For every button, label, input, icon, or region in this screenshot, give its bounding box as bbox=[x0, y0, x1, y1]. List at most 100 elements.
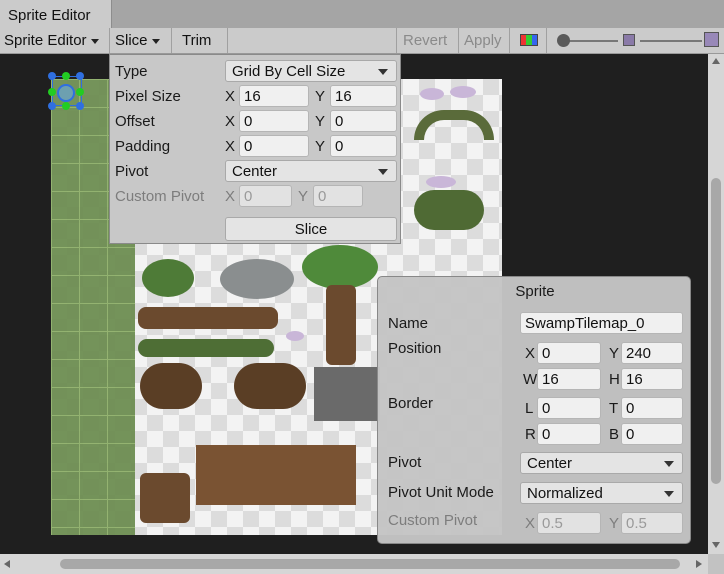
slice-menu-label: Slice bbox=[115, 32, 148, 49]
scroll-up-arrow-icon[interactable] bbox=[712, 58, 720, 64]
custom-pivot-x-field: 0.5 bbox=[537, 512, 601, 534]
custom-pivot-x-field: 0 bbox=[239, 185, 292, 207]
r-label: R bbox=[525, 426, 536, 443]
padding-label: Padding bbox=[115, 138, 171, 155]
x-label: X bbox=[225, 138, 236, 155]
trim-button[interactable]: Trim bbox=[172, 28, 228, 53]
t-label: T bbox=[609, 400, 619, 417]
vertical-scrollbar[interactable] bbox=[708, 54, 724, 554]
l-label: L bbox=[525, 400, 534, 417]
sprite-panel-title: Sprite bbox=[515, 283, 555, 300]
slice-popup: Type Grid By Cell Size Pixel Size X 16 Y… bbox=[109, 54, 401, 244]
vertical-scroll-thumb[interactable] bbox=[711, 178, 721, 484]
mip-large-icon bbox=[704, 32, 719, 47]
pivot-label: Pivot bbox=[115, 163, 149, 180]
toolbar: Sprite Editor Slice Trim Revert Apply bbox=[0, 28, 724, 54]
zoom-slider-handle[interactable] bbox=[557, 34, 570, 47]
horizontal-scroll-thumb[interactable] bbox=[60, 559, 680, 569]
scroll-left-arrow-icon[interactable] bbox=[4, 560, 10, 568]
scroll-right-arrow-icon[interactable] bbox=[696, 560, 702, 568]
w-label: W bbox=[523, 371, 538, 388]
position-x-field[interactable]: 0 bbox=[537, 342, 601, 364]
window-tab[interactable]: Sprite Editor bbox=[0, 0, 112, 30]
name-label: Name bbox=[388, 315, 429, 332]
chevron-down-icon bbox=[90, 38, 99, 44]
b-label: B bbox=[609, 426, 620, 443]
pixel-size-x-field[interactable]: 16 bbox=[239, 85, 309, 107]
type-dropdown[interactable]: Grid By Cell Size bbox=[225, 60, 397, 82]
padding-y-field[interactable]: 0 bbox=[330, 135, 397, 157]
resize-handle[interactable] bbox=[76, 72, 84, 80]
scroll-down-arrow-icon[interactable] bbox=[712, 542, 720, 548]
pivot-handle[interactable] bbox=[57, 84, 75, 102]
type-dropdown-value: Grid By Cell Size bbox=[232, 63, 346, 80]
pivot-label: Pivot bbox=[388, 454, 422, 471]
pivot-unit-mode-label: Pivot Unit Mode bbox=[388, 484, 494, 501]
border-t-field[interactable]: 0 bbox=[621, 397, 683, 419]
resize-handle[interactable] bbox=[62, 102, 70, 110]
mode-dropdown-label: Sprite Editor bbox=[4, 32, 87, 49]
chevron-down-icon bbox=[664, 461, 674, 467]
sprite-name-field[interactable]: SwampTilemap_0 bbox=[520, 312, 683, 334]
chevron-down-icon bbox=[151, 38, 160, 44]
revert-button[interactable]: Revert bbox=[396, 28, 458, 53]
custom-pivot-label: Custom Pivot bbox=[388, 512, 478, 529]
mode-dropdown[interactable]: Sprite Editor bbox=[4, 28, 110, 53]
custom-pivot-label: Custom Pivot bbox=[115, 188, 205, 205]
resize-handle[interactable] bbox=[76, 88, 84, 96]
x-label: X bbox=[525, 515, 536, 532]
apply-button[interactable]: Apply bbox=[458, 28, 510, 53]
pixel-size-y-field[interactable]: 16 bbox=[330, 85, 397, 107]
slice-menu-button[interactable]: Slice bbox=[110, 28, 172, 53]
offset-y-field[interactable]: 0 bbox=[330, 110, 397, 132]
chevron-down-icon bbox=[664, 491, 674, 497]
pivot-unit-mode-dropdown[interactable]: Normalized bbox=[520, 482, 683, 504]
resize-handle[interactable] bbox=[76, 102, 84, 110]
sprite-pivot-value: Center bbox=[527, 455, 573, 472]
color-channel-icon[interactable] bbox=[520, 34, 538, 46]
y-label: Y bbox=[609, 515, 620, 532]
pivot-dropdown[interactable]: Center bbox=[225, 160, 397, 182]
border-r-field[interactable]: 0 bbox=[537, 423, 601, 445]
sprite-properties-panel: Sprite Name SwampTilemap_0 Position X 0 … bbox=[377, 276, 691, 544]
chevron-down-icon bbox=[378, 169, 388, 175]
y-label: Y bbox=[609, 345, 620, 362]
pivot-dropdown-value: Center bbox=[232, 163, 278, 180]
type-label: Type bbox=[115, 63, 148, 80]
offset-x-field[interactable]: 0 bbox=[239, 110, 309, 132]
y-label: Y bbox=[298, 188, 309, 205]
mip-small-icon bbox=[623, 34, 635, 46]
border-b-field[interactable]: 0 bbox=[621, 423, 683, 445]
mip-slider-track[interactable] bbox=[640, 40, 702, 42]
y-label: Y bbox=[315, 138, 326, 155]
padding-x-field[interactable]: 0 bbox=[239, 135, 309, 157]
resize-handle[interactable] bbox=[48, 102, 56, 110]
custom-pivot-y-field: 0.5 bbox=[621, 512, 683, 534]
border-label: Border bbox=[388, 395, 434, 412]
slice-button[interactable]: Slice bbox=[225, 217, 397, 241]
x-label: X bbox=[225, 188, 236, 205]
resize-handle[interactable] bbox=[48, 72, 56, 80]
horizontal-scrollbar[interactable] bbox=[0, 554, 708, 574]
position-label: Position bbox=[388, 340, 442, 357]
pixel-size-label: Pixel Size bbox=[115, 88, 181, 105]
h-label: H bbox=[609, 371, 620, 388]
offset-label: Offset bbox=[115, 113, 155, 130]
position-h-field[interactable]: 16 bbox=[621, 368, 683, 390]
mushroom-tiles bbox=[400, 80, 500, 240]
sprite-pivot-dropdown[interactable]: Center bbox=[520, 452, 683, 474]
x-label: X bbox=[225, 88, 236, 105]
resize-handle[interactable] bbox=[48, 88, 56, 96]
position-y-field[interactable]: 240 bbox=[621, 342, 683, 364]
toolbar-divider bbox=[546, 28, 547, 53]
position-w-field[interactable]: 16 bbox=[537, 368, 601, 390]
swamp-props-tiles bbox=[136, 245, 380, 535]
pivot-unit-mode-value: Normalized bbox=[527, 485, 603, 502]
y-label: Y bbox=[315, 88, 326, 105]
y-label: Y bbox=[315, 113, 326, 130]
x-label: X bbox=[225, 113, 236, 130]
border-l-field[interactable]: 0 bbox=[537, 397, 601, 419]
window-tab-bar: Sprite Editor bbox=[0, 0, 724, 30]
resize-handle[interactable] bbox=[62, 72, 70, 80]
x-label: X bbox=[525, 345, 536, 362]
